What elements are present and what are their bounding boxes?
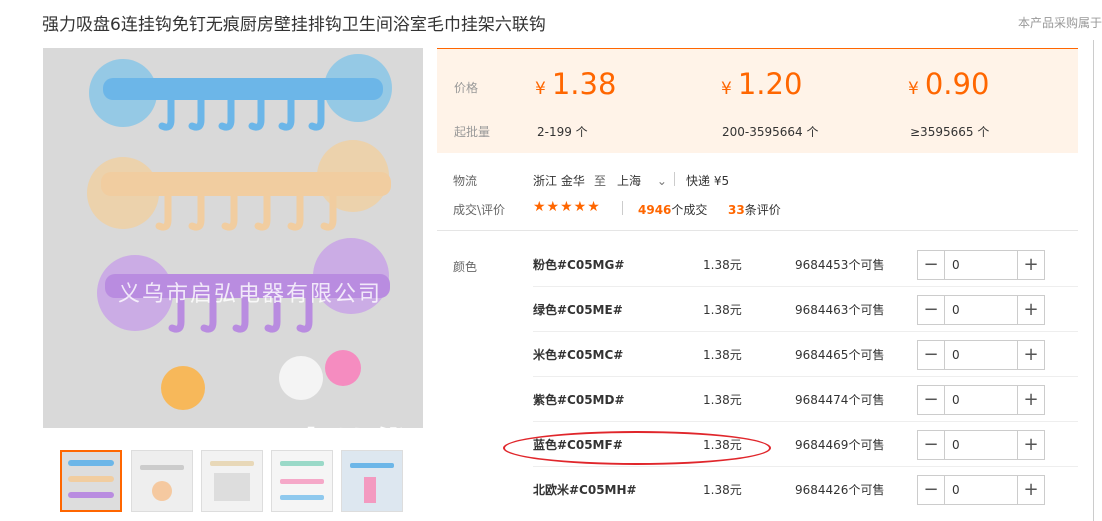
decrease-button[interactable]: − [918,476,945,504]
sku-price: 1.38元 [703,258,742,272]
quantity-stepper: − 0 + [917,250,1045,280]
divider [437,230,1078,231]
quantity-stepper: − 0 + [917,340,1045,370]
decrease-button[interactable]: − [918,341,945,369]
divider [622,201,623,215]
product-title: 强力吸盘6连挂钩免钉无痕厨房壁挂排钩卫生间浴室毛巾挂架六联钩 [42,15,546,35]
review-count[interactable]: 33条评价 [728,201,781,218]
sku-row: 绿色#C05ME# 1.38元 9684463个可售 − 0 + [533,287,1078,332]
decrease-button[interactable]: − [918,296,945,324]
promo-text: 量大从优 [250,416,412,428]
sku-row: 紫色#C05MD# 1.38元 9684474个可售 − 0 + [533,377,1078,422]
sku-name: 绿色#C05ME# [533,303,623,317]
sku-row: 北欧米#C05MH# 1.38元 9684426个可售 − 0 + [533,467,1078,512]
price-panel: 价格 起批量 ¥1.38 ¥1.20 ¥0.90 2-199 个 200-359… [437,48,1078,153]
sku-price: 1.38元 [703,303,742,317]
sku-price: 1.38元 [703,393,742,407]
quantity-input[interactable]: 0 [952,476,960,504]
quantity-input[interactable]: 0 [952,296,960,324]
increase-button[interactable]: + [1017,386,1044,414]
quantity-input[interactable]: 0 [952,386,960,414]
thumbnail-3[interactable] [201,450,263,512]
quantity-input[interactable]: 0 [952,251,960,279]
moq-tier-1: 2-199 个 [537,125,588,139]
ship-to-value: 上海 [617,174,642,188]
sku-name: 紫色#C05MD# [533,393,625,407]
sku-name: 米色#C05MC# [533,348,624,362]
express-fee: 快递 ¥5 [686,174,730,188]
decrease-button[interactable]: − [918,386,945,414]
moq-tier-3: ≥3595665 个 [910,125,990,139]
thumbnail-5[interactable] [341,450,403,512]
price-tier-1: ¥1.38 [535,67,617,101]
quantity-stepper: − 0 + [917,295,1045,325]
increase-button[interactable]: + [1017,341,1044,369]
quantity-input[interactable]: 0 [952,431,960,459]
quantity-input[interactable]: 0 [952,341,960,369]
thumbnail-2[interactable] [131,450,193,512]
moq-tier-2: 200-3595664 个 [722,125,819,139]
deal-count[interactable]: 4946个成交 [638,201,707,218]
hooks-illustration [43,48,423,428]
product-main-image[interactable]: 义乌市启弘电器有限公司 量大从优 [43,48,423,428]
sku-stock: 9684426个可售 [795,483,885,497]
moq-label: 起批量 [454,125,491,139]
divider [1093,40,1094,521]
sku-stock: 9684463个可售 [795,303,885,317]
increase-button[interactable]: + [1017,476,1044,504]
color-label: 颜色 [453,260,478,274]
watermark: 义乌市启弘电器有限公司 [118,282,383,307]
quantity-stepper: − 0 + [917,430,1045,460]
increase-button[interactable]: + [1017,296,1044,324]
quantity-stepper: − 0 + [917,475,1045,505]
decrease-button[interactable]: − [918,431,945,459]
price-tier-3: ¥0.90 [908,67,990,101]
ship-to-select[interactable]: 上海 ⌄ [617,172,667,189]
sku-row: 粉色#C05MG# 1.38元 9684453个可售 − 0 + [533,242,1078,287]
sku-name: 粉色#C05MG# [533,258,625,272]
price-tier-2: ¥1.20 [721,67,803,101]
purchase-note: 本产品采购属于 [1017,16,1102,30]
sku-name: 北欧米#C05MH# [533,483,637,497]
ship-to-word: 至 [594,174,607,188]
chevron-down-icon: ⌄ [656,174,667,188]
sku-price: 1.38元 [703,348,742,362]
sku-row: 米色#C05MC# 1.38元 9684465个可售 − 0 + [533,332,1078,377]
thumbnail-1[interactable] [60,450,122,512]
increase-button[interactable]: + [1017,251,1044,279]
sku-stock: 9684469个可售 [795,438,885,452]
quantity-stepper: − 0 + [917,385,1045,415]
price-label: 价格 [454,81,479,95]
divider [674,172,675,186]
logistics-label: 物流 [453,174,478,188]
deals-label: 成交\评价 [453,203,506,217]
sku-stock: 9684465个可售 [795,348,885,362]
decrease-button[interactable]: − [918,251,945,279]
sku-stock: 9684453个可售 [795,258,885,272]
thumbnail-4[interactable] [271,450,333,512]
increase-button[interactable]: + [1017,431,1044,459]
sku-stock: 9684474个可售 [795,393,885,407]
sku-price: 1.38元 [703,483,742,497]
ship-from: 浙江 金华 [533,174,585,188]
rating-stars: ★★★★★ [533,199,601,215]
highlight-annotation [503,431,771,465]
